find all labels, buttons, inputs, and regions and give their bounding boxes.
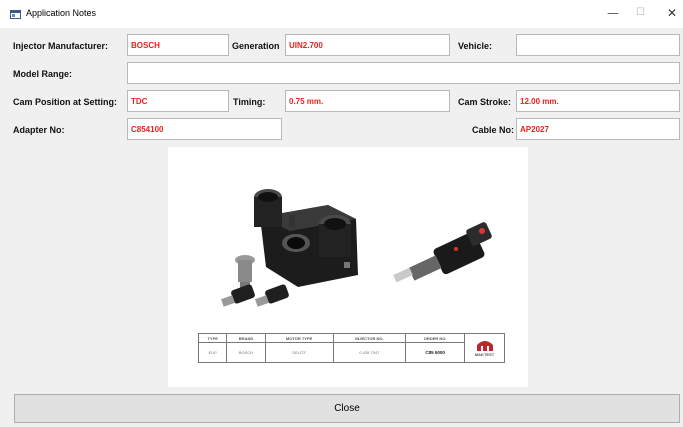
title-bar: Application Notes — ☐ ✕ — [0, 0, 683, 28]
spec-cell-motor-type: DEUTZ — [264, 342, 334, 363]
timing-field[interactable]: 0.75 mm. — [285, 90, 450, 112]
adapter-pin — [235, 255, 255, 288]
cable-no-field[interactable]: AP2027 — [516, 118, 680, 140]
cam-stroke-field[interactable]: 12.00 mm. — [516, 90, 680, 112]
cam-stroke-label: Cam Stroke: — [458, 97, 512, 107]
injector-manufacturer-field[interactable]: BOSCH — [127, 34, 229, 56]
window-close-button[interactable]: ✕ — [667, 6, 677, 20]
injector-spec-table: TYPE BRAND MOTOR TYPE INJECTOR NO. ORDER… — [197, 333, 505, 363]
close-button[interactable]: Close — [14, 394, 680, 423]
model-range-label: Model Range: — [13, 69, 73, 79]
adapter-product-image: TYPE BRAND MOTOR TYPE INJECTOR NO. ORDER… — [168, 147, 528, 387]
maktest-logo: MAKTEST — [464, 333, 505, 363]
adapter-parts-illustration — [220, 189, 492, 307]
model-range-field[interactable] — [127, 62, 680, 84]
application-notes-window: Application Notes — ☐ ✕ Injector Manufac… — [0, 0, 683, 427]
spec-cell-order-no: C85 5000 — [405, 342, 465, 363]
generation-label: Generation — [232, 41, 280, 51]
small-connectors — [220, 284, 289, 307]
maktest-logo-icon — [476, 341, 493, 351]
vehicle-field[interactable] — [516, 34, 680, 56]
adapter-no-field[interactable]: C854100 — [127, 118, 282, 140]
maktest-logo-text: MAKTEST — [474, 352, 495, 357]
maximize-button[interactable]: ☐ — [636, 6, 645, 20]
spec-header-type: TYPE — [197, 333, 228, 343]
adapter-no-label: Adapter No: — [13, 125, 65, 135]
spec-cell-type: EUP — [197, 342, 228, 363]
unit-injector-pump — [393, 222, 492, 283]
minimize-button[interactable]: — — [607, 6, 619, 20]
spec-header-order-no: ORDER NO. — [405, 333, 465, 343]
spec-cell-brand: BOSCH — [226, 342, 266, 363]
cam-position-field[interactable]: TDC — [127, 90, 229, 112]
timing-label: Timing: — [233, 97, 266, 107]
window-title: Application Notes — [26, 8, 97, 18]
spec-cell-injector-no: 0 428 7047 — [332, 342, 407, 363]
generation-field[interactable]: UIN2.700 — [285, 34, 450, 56]
spec-header-motor-type: MOTOR TYPE — [264, 333, 334, 343]
spec-header-brand: BRAND — [226, 333, 266, 343]
spec-header-injector-no: INJECTOR NO. — [332, 333, 407, 343]
vehicle-label: Vehicle: — [458, 41, 493, 51]
cable-no-label: Cable No: — [472, 125, 515, 135]
app-window-icon — [10, 10, 21, 19]
adapter-block — [254, 189, 358, 287]
cam-position-label: Cam Position at Setting: — [13, 97, 118, 107]
injector-manufacturer-label: Injector Manufacturer: — [13, 41, 109, 51]
